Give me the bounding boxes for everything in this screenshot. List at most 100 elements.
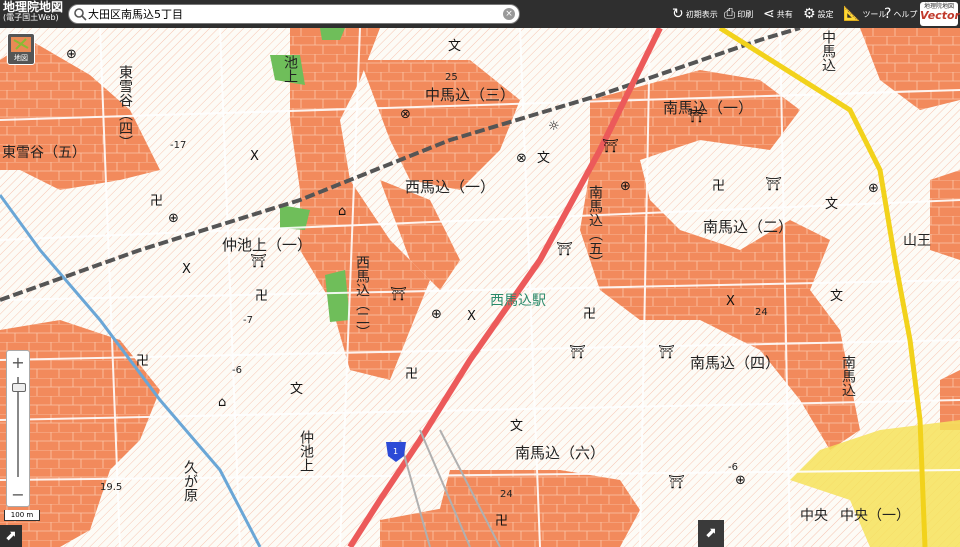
elev-5: -6 bbox=[232, 365, 242, 376]
shrine-icon: ⛩ bbox=[688, 108, 705, 124]
zoom-slider-track[interactable] bbox=[17, 377, 19, 477]
zoom-slider-handle[interactable] bbox=[12, 383, 26, 392]
factory-icon: ⊗ bbox=[516, 151, 527, 166]
school-icon: 文 bbox=[830, 289, 843, 304]
school-icon: 文 bbox=[825, 197, 838, 212]
top-toolbar: 地理院地図 (電子国土Web) × ↻ 初期表示 ⎙ 印刷 ⋖ 共有 ⚙ 設定 … bbox=[0, 0, 960, 28]
vector-map-button[interactable]: 地理院地図 Vector bbox=[920, 2, 960, 26]
share-button[interactable]: ⋖ 共有 bbox=[763, 0, 793, 28]
reset-view-button[interactable]: ↻ 初期表示 bbox=[672, 0, 718, 28]
shrine-icon: ⛩ bbox=[556, 241, 573, 257]
help-label: ヘルプ bbox=[893, 9, 918, 19]
vlabel-nishimagome-2: 西馬込（二） bbox=[354, 255, 370, 339]
vlabel-kugahara: 久が原 bbox=[182, 460, 198, 502]
label-minamimagome-1: 南馬込（一） bbox=[663, 99, 753, 117]
school-icon: 文 bbox=[290, 382, 303, 397]
police-box-icon: X bbox=[726, 294, 735, 309]
zoom-out-button[interactable]: − bbox=[7, 485, 29, 504]
shrine-icon: ⛩ bbox=[569, 344, 586, 360]
help-button[interactable]: ? ヘルプ bbox=[884, 0, 917, 28]
map-layer-icon bbox=[11, 37, 31, 52]
post-office-icon: ⊕ bbox=[620, 179, 631, 194]
post-office-icon: ⊕ bbox=[868, 181, 879, 196]
settings-icon: ⚙ bbox=[803, 6, 816, 22]
label-minamimagome-2: 南馬込（二） bbox=[703, 218, 793, 236]
app-logo[interactable]: 地理院地図 (電子国土Web) bbox=[3, 1, 65, 27]
shrine-icon: ⛩ bbox=[602, 138, 619, 154]
elev-7: -6 bbox=[728, 462, 738, 473]
vlabel-ikegami: 池上 bbox=[282, 55, 298, 83]
expand-panel-icon[interactable]: ⬈ bbox=[0, 525, 22, 547]
tools-label: ツール bbox=[862, 9, 887, 19]
vlabel-nakaikegami: 仲池上 bbox=[298, 430, 314, 472]
zoom-in-button[interactable]: + bbox=[7, 353, 29, 372]
tools-button[interactable]: 📐 ツール bbox=[843, 0, 886, 28]
reset-label: 初期表示 bbox=[685, 9, 718, 19]
shrine-icon: ⛩ bbox=[390, 286, 407, 302]
vlabel-sanno: 山王 bbox=[903, 233, 931, 249]
elev-2: -17 bbox=[170, 140, 186, 151]
label-minamimagome-6: 南馬込（六） bbox=[515, 444, 605, 462]
settings-label: 設定 bbox=[817, 9, 834, 19]
school-icon: 文 bbox=[510, 419, 523, 434]
elev-8: 24 bbox=[500, 489, 513, 500]
temple-icon: 卍 bbox=[583, 307, 596, 322]
shrine-icon: ⛩ bbox=[765, 176, 782, 192]
search-box[interactable]: × bbox=[68, 4, 520, 24]
post-office-icon: ⊕ bbox=[431, 307, 442, 322]
shrine-icon: ⛩ bbox=[668, 474, 685, 490]
police-box-icon: X bbox=[250, 149, 259, 164]
post-office-icon: ⊕ bbox=[735, 473, 746, 488]
temple-icon: 卍 bbox=[136, 354, 149, 369]
elev-6: 19.5 bbox=[100, 482, 122, 493]
school-icon: 文 bbox=[448, 39, 461, 54]
hazard-map[interactable]: 中馬込（三） 南馬込（一） 西馬込（一） 南馬込（二） 南馬込（四） 南馬込（六… bbox=[0, 0, 960, 547]
print-icon: ⎙ bbox=[724, 6, 736, 22]
label-chuo: 中央 bbox=[800, 508, 828, 524]
label-chuo-1: 中央（一） bbox=[840, 508, 910, 524]
temple-icon: 卍 bbox=[150, 194, 163, 209]
settings-button[interactable]: ⚙ 設定 bbox=[803, 0, 834, 28]
search-input[interactable] bbox=[88, 6, 493, 22]
shrine-icon: ⛩ bbox=[250, 253, 267, 269]
label-higashiyukigaya-5: 東雪谷（五） bbox=[2, 145, 86, 161]
temple-icon: 卍 bbox=[405, 367, 418, 382]
elev-3: 24 bbox=[755, 307, 768, 318]
elev-1: 25 bbox=[445, 72, 458, 83]
print-button[interactable]: ⎙ 印刷 bbox=[724, 0, 753, 28]
info-panel-icon[interactable]: ⬈ bbox=[698, 520, 724, 547]
label-nishimagome-1: 西馬込（一） bbox=[405, 178, 495, 196]
library-icon: ⌂ bbox=[338, 204, 346, 219]
police-box-icon: X bbox=[467, 309, 476, 324]
tools-icon: 📐 bbox=[843, 6, 861, 22]
police-box-icon: X bbox=[182, 262, 191, 277]
logo-subtitle: (電子国土Web) bbox=[3, 13, 59, 22]
factory-icon: ⊗ bbox=[400, 107, 411, 122]
scale-bar: 100 m bbox=[4, 510, 40, 521]
temple-icon: 卍 bbox=[712, 179, 725, 194]
temple-icon: 卍 bbox=[495, 514, 508, 529]
layer-select-button[interactable]: 地図 bbox=[7, 33, 35, 65]
help-icon: ? bbox=[884, 6, 892, 22]
elev-4: -7 bbox=[243, 315, 253, 326]
vector-label: Vector bbox=[920, 9, 960, 22]
shrine-icon: ⛩ bbox=[658, 344, 675, 360]
hospital-icon: ⊕ bbox=[66, 47, 77, 62]
post-office-icon: ⊕ bbox=[168, 211, 179, 226]
layer-label: 地図 bbox=[14, 54, 28, 62]
zoom-control: + − bbox=[6, 350, 30, 507]
print-label: 印刷 bbox=[737, 9, 754, 19]
power-icon: ☼ bbox=[548, 119, 560, 134]
share-label: 共有 bbox=[776, 9, 793, 19]
vlabel-nakamagome: 中馬込 bbox=[820, 30, 836, 72]
school-icon: 文 bbox=[537, 151, 550, 166]
label-nakaikegami-1: 仲池上（一） bbox=[222, 236, 312, 254]
route-number: 1 bbox=[393, 447, 398, 456]
temple-icon: 卍 bbox=[255, 289, 268, 304]
clear-search-icon[interactable]: × bbox=[503, 8, 515, 20]
vlabel-minamimagome-5: 南馬込（五） bbox=[587, 185, 603, 269]
label-nakamagome-3: 中馬込（三） bbox=[425, 86, 515, 104]
search-icon bbox=[74, 8, 87, 21]
logo-title: 地理院地図 bbox=[3, 0, 64, 14]
share-icon: ⋖ bbox=[763, 6, 775, 22]
